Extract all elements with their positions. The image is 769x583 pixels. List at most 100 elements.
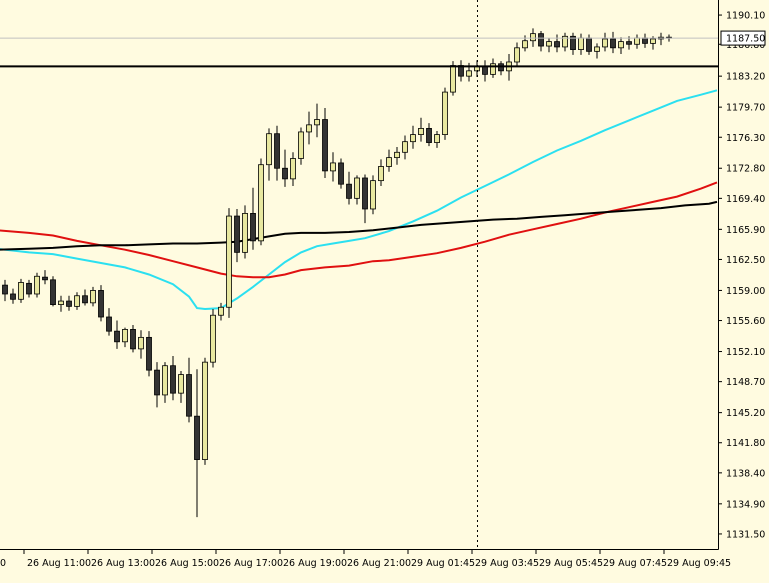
y-tick-label: 1152.10 bbox=[726, 347, 765, 358]
candle[interactable] bbox=[594, 43, 600, 59]
candle[interactable] bbox=[570, 32, 576, 55]
candle[interactable] bbox=[202, 357, 208, 465]
candle[interactable] bbox=[122, 327, 128, 348]
candle[interactable] bbox=[370, 175, 376, 215]
candle[interactable] bbox=[210, 309, 216, 368]
candle[interactable] bbox=[546, 38, 552, 53]
candle[interactable] bbox=[82, 289, 88, 306]
candle[interactable] bbox=[114, 320, 120, 349]
candle[interactable] bbox=[18, 278, 24, 303]
candle[interactable] bbox=[250, 187, 256, 250]
candle[interactable] bbox=[50, 276, 56, 307]
candle[interactable] bbox=[10, 288, 16, 304]
candle[interactable] bbox=[90, 286, 96, 307]
candle[interactable] bbox=[258, 158, 264, 246]
candle[interactable] bbox=[266, 128, 272, 181]
candle-body bbox=[74, 295, 80, 307]
candle[interactable] bbox=[338, 158, 344, 189]
candle-body bbox=[34, 275, 40, 295]
candle[interactable] bbox=[554, 34, 560, 53]
candle[interactable] bbox=[514, 42, 520, 67]
candle[interactable] bbox=[282, 149, 288, 187]
candle-body bbox=[626, 41, 632, 45]
candle-body bbox=[618, 41, 624, 49]
candle[interactable] bbox=[658, 32, 664, 46]
candle[interactable] bbox=[410, 125, 416, 149]
y-tick-label: 1176.30 bbox=[726, 133, 765, 144]
candle[interactable] bbox=[162, 362, 168, 403]
candle-body bbox=[50, 279, 56, 306]
candle[interactable] bbox=[378, 159, 384, 186]
y-tick-label: 1179.70 bbox=[726, 103, 765, 114]
candle[interactable] bbox=[186, 357, 192, 423]
candle[interactable] bbox=[130, 324, 136, 353]
candle[interactable] bbox=[194, 369, 200, 518]
candle[interactable] bbox=[426, 123, 432, 147]
candle-body bbox=[2, 284, 8, 295]
candle[interactable] bbox=[578, 33, 584, 55]
candle-body bbox=[514, 47, 520, 63]
candle-body bbox=[554, 41, 560, 48]
candle[interactable] bbox=[170, 355, 176, 401]
candle-body bbox=[146, 336, 152, 371]
candle[interactable] bbox=[474, 60, 480, 78]
candle[interactable] bbox=[538, 30, 544, 52]
candle[interactable] bbox=[74, 292, 80, 310]
y-tick-label: 1145.20 bbox=[726, 408, 765, 419]
candle[interactable] bbox=[2, 279, 8, 302]
candle[interactable] bbox=[482, 60, 488, 82]
candle[interactable] bbox=[602, 32, 608, 52]
candle[interactable] bbox=[434, 131, 440, 148]
candle[interactable] bbox=[58, 295, 64, 312]
candle[interactable] bbox=[218, 302, 224, 321]
candle[interactable] bbox=[458, 60, 464, 82]
candle[interactable] bbox=[26, 279, 32, 298]
candle[interactable] bbox=[346, 171, 352, 205]
candle[interactable] bbox=[562, 32, 568, 52]
x-tick-label: 29 Aug 07:45 bbox=[603, 558, 667, 569]
candle[interactable] bbox=[618, 37, 624, 55]
candle[interactable] bbox=[634, 34, 640, 49]
candle-body bbox=[466, 70, 472, 77]
candle[interactable] bbox=[442, 87, 448, 140]
candle-body bbox=[114, 330, 120, 343]
candle[interactable] bbox=[642, 33, 648, 48]
candle[interactable] bbox=[226, 208, 232, 318]
candle[interactable] bbox=[34, 272, 40, 298]
candle-body bbox=[90, 290, 96, 304]
candle[interactable] bbox=[42, 270, 48, 285]
candle[interactable] bbox=[290, 152, 296, 186]
moving-averages bbox=[0, 89, 718, 311]
candle-body bbox=[602, 38, 608, 48]
candle[interactable] bbox=[66, 295, 72, 311]
candle[interactable] bbox=[322, 108, 328, 178]
candle[interactable] bbox=[98, 285, 104, 322]
candle[interactable] bbox=[418, 117, 424, 142]
candle[interactable] bbox=[274, 125, 280, 181]
candle[interactable] bbox=[490, 58, 496, 78]
candle[interactable] bbox=[386, 149, 392, 172]
candle[interactable] bbox=[234, 208, 240, 263]
candle[interactable] bbox=[354, 175, 360, 205]
candle-body bbox=[522, 40, 528, 49]
candle[interactable] bbox=[242, 205, 248, 259]
axes bbox=[0, 0, 719, 550]
candle[interactable] bbox=[362, 174, 368, 224]
candle-body bbox=[210, 314, 216, 363]
candle[interactable] bbox=[146, 331, 152, 377]
candle[interactable] bbox=[402, 135, 408, 160]
candle[interactable] bbox=[298, 127, 304, 165]
candle[interactable] bbox=[314, 103, 320, 138]
candle[interactable] bbox=[610, 31, 616, 54]
candle[interactable] bbox=[178, 371, 184, 403]
candle[interactable] bbox=[306, 111, 312, 145]
candle[interactable] bbox=[106, 308, 112, 336]
x-tick-label: 26 Aug 19:00 bbox=[283, 558, 347, 569]
candle[interactable] bbox=[498, 61, 504, 76]
candle[interactable] bbox=[154, 362, 160, 408]
candle[interactable] bbox=[394, 146, 400, 165]
candle-body bbox=[338, 162, 344, 185]
candle-body bbox=[322, 119, 328, 172]
candle[interactable] bbox=[330, 152, 336, 182]
candle[interactable] bbox=[138, 330, 144, 359]
